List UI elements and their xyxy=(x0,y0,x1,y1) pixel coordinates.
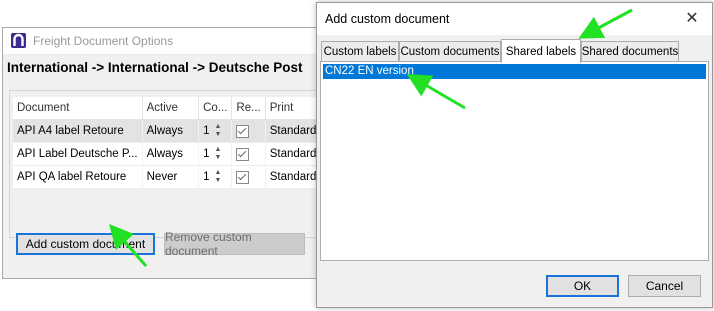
spinner-arrows-icon[interactable]: ▲ ▼ xyxy=(215,169,222,185)
window-titlebar: Freight Document Options xyxy=(3,28,331,55)
documents-grid-panel: Document Active Co... Re... Print API A4… xyxy=(9,90,339,238)
count-value: 1 xyxy=(203,171,210,183)
active-cell[interactable]: Always xyxy=(142,119,200,143)
count-cell[interactable]: 1 ▲ ▼ xyxy=(198,119,233,143)
return-checkbox[interactable] xyxy=(236,170,250,184)
tab-custom-documents[interactable]: Custom documents xyxy=(399,41,501,62)
document-cell: API A4 label Retoure xyxy=(13,119,143,143)
column-header-count[interactable]: Co... xyxy=(198,97,233,120)
count-cell[interactable]: 1 ▲ ▼ xyxy=(198,165,233,189)
return-cell xyxy=(231,119,266,143)
list-item[interactable]: CN22 EN version xyxy=(323,64,706,79)
route-heading: International -> International -> Deutsc… xyxy=(7,60,303,75)
tab-shared-labels[interactable]: Shared labels xyxy=(501,39,581,63)
return-checkbox[interactable] xyxy=(236,124,250,138)
freight-document-options-window: Freight Document Options International -… xyxy=(2,27,339,279)
document-cell: API QA label Retoure xyxy=(13,165,143,189)
active-cell[interactable]: Always xyxy=(142,142,200,166)
add-custom-document-dialog: Add custom document ✕ Custom labels Cust… xyxy=(316,2,713,308)
dialog-titlebar: Add custom document ✕ xyxy=(317,3,712,35)
document-cell: API Label Deutsche P... xyxy=(13,142,143,166)
spinner-arrows-icon[interactable]: ▲ ▼ xyxy=(215,123,222,139)
shared-labels-list[interactable]: CN22 EN version xyxy=(320,61,709,261)
table-row[interactable]: API QA label Retoure Never 1 ▲ ▼ Standard xyxy=(13,165,339,189)
return-checkbox[interactable] xyxy=(236,147,250,161)
return-cell xyxy=(231,142,266,166)
tab-custom-labels[interactable]: Custom labels xyxy=(321,41,399,62)
ok-button[interactable]: OK xyxy=(546,275,619,297)
active-cell[interactable]: Never xyxy=(142,165,200,189)
documents-table: Document Active Co... Re... Print API A4… xyxy=(13,97,339,189)
table-row[interactable]: API Label Deutsche P... Always 1 ▲ ▼ Stand… xyxy=(13,142,339,166)
cancel-button[interactable]: Cancel xyxy=(628,275,701,297)
column-header-return[interactable]: Re... xyxy=(231,97,266,120)
tab-shared-documents[interactable]: Shared documents xyxy=(581,41,679,62)
count-cell[interactable]: 1 ▲ ▼ xyxy=(198,142,233,166)
remove-custom-document-button[interactable]: Remove custom document xyxy=(164,230,305,258)
app-logo-icon xyxy=(11,33,26,48)
column-header-active[interactable]: Active xyxy=(142,97,200,120)
add-custom-document-button[interactable]: Add custom document xyxy=(16,233,155,255)
table-row[interactable]: API A4 label Retoure Always 1 ▲ ▼ Standard xyxy=(13,119,339,143)
table-header-row: Document Active Co... Re... Print xyxy=(13,97,339,120)
dialog-title: Add custom document xyxy=(325,12,450,26)
window-title: Freight Document Options xyxy=(33,34,174,48)
column-header-document[interactable]: Document xyxy=(13,97,143,120)
spinner-arrows-icon[interactable]: ▲ ▼ xyxy=(215,146,222,162)
count-value: 1 xyxy=(203,125,210,137)
count-value: 1 xyxy=(203,148,210,160)
close-icon[interactable]: ✕ xyxy=(682,8,702,28)
return-cell xyxy=(231,165,266,189)
